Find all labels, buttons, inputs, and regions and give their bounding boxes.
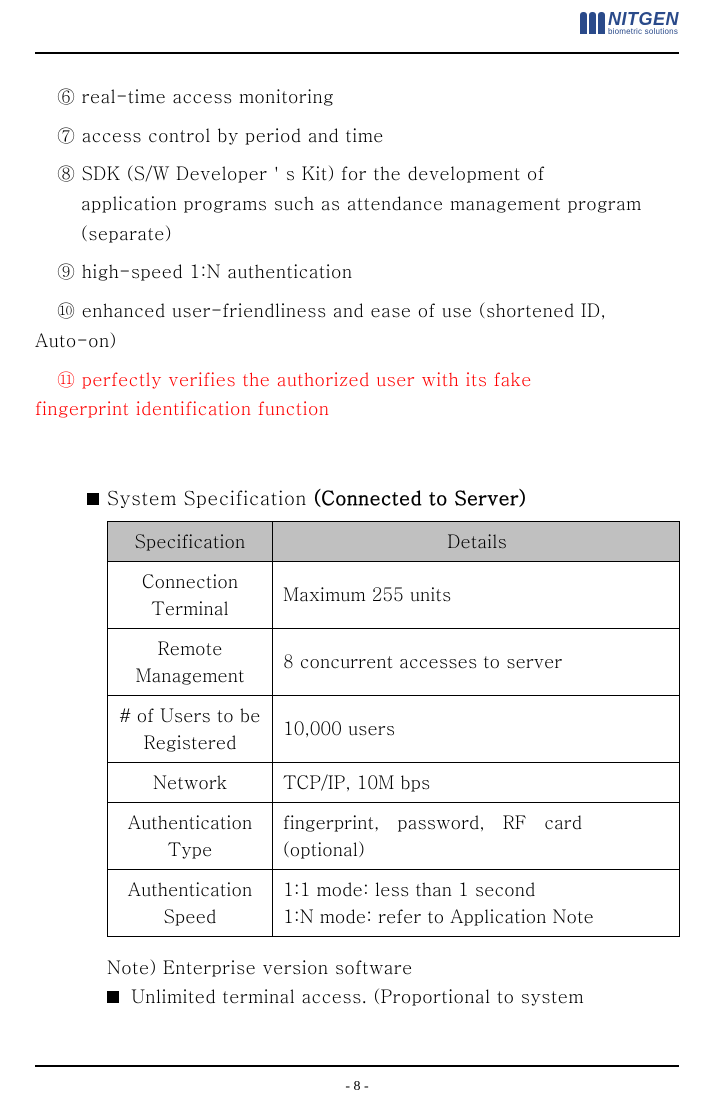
header-details: Details	[273, 521, 680, 561]
page-number: - 8 -	[0, 1079, 714, 1095]
square-bullet-icon	[87, 493, 99, 505]
section-heading: System Specification (Connected to Serve…	[87, 484, 679, 511]
list-text-9: high-speed 1:N authentication	[82, 259, 353, 284]
list-text-11-line1: perfectly verifies the authorized user w…	[82, 367, 532, 392]
header-specification: Specification	[108, 521, 273, 561]
note-line: Note) Enterprise version software	[107, 955, 679, 980]
detail-cell: fingerprint, password, RF card (optional…	[273, 802, 680, 869]
spec-cell: # of Users to be Registered	[108, 695, 273, 762]
list-text-10-line1: enhanced user-friendliness and ease of u…	[82, 298, 606, 323]
square-bullet-icon	[107, 991, 119, 1003]
note-bullet-line: Unlimited terminal access. (Proportional…	[107, 984, 679, 1009]
list-item-6: ⑥ real-time access monitoring	[35, 82, 679, 112]
footer-divider	[35, 1065, 679, 1067]
spec-cell: Authentication Speed	[108, 869, 273, 936]
list-item-11: ⑪ perfectly verifies the authorized user…	[35, 365, 679, 424]
header-divider	[35, 52, 679, 54]
list-item-7: ⑦ access control by period and time	[35, 121, 679, 151]
table-header-row: Specification Details	[108, 521, 680, 561]
list-num-8: ⑧	[57, 159, 75, 189]
spec-cell: Network	[108, 762, 273, 802]
table-row: Authentication Type fingerprint, passwor…	[108, 802, 680, 869]
detail-cell: TCP/IP, 10M bps	[273, 762, 680, 802]
note-bullet-text: Unlimited terminal access. (Proportional…	[131, 984, 584, 1009]
list-num-7: ⑦	[57, 121, 75, 151]
table-row: # of Users to be Registered 10,000 users	[108, 695, 680, 762]
logo-sub-text: biometric solutions	[608, 28, 679, 36]
table-row: Authentication Speed 1:1 mode: less than…	[108, 869, 680, 936]
list-num-9: ⑨	[57, 257, 75, 287]
list-text-8-line1: SDK (S/W Developer＇s Kit) for the develo…	[82, 161, 545, 186]
logo-main-text: NITGEN	[608, 10, 679, 28]
list-item-10: ⑩ enhanced user-friendliness and ease of…	[35, 296, 679, 355]
detail-cell: 10,000 users	[273, 695, 680, 762]
table-row: Network TCP/IP, 10M bps	[108, 762, 680, 802]
list-text-7: access control by period and time	[82, 123, 384, 148]
list-text-8-line3: (separate)	[81, 219, 679, 249]
spec-cell: Connection Terminal	[108, 561, 273, 628]
list-text-10-line2: Auto-on)	[35, 328, 117, 353]
list-text-11-line2: fingerprint identification function	[35, 396, 329, 421]
list-item-9: ⑨ high-speed 1:N authentication	[35, 257, 679, 287]
list-text-8-line2: application programs such as attendance …	[81, 189, 679, 219]
specification-table: Specification Details Connection Termina…	[107, 521, 680, 937]
list-num-11: ⑪	[57, 365, 75, 395]
list-num-6: ⑥	[57, 82, 75, 112]
section-title-bold: (Connected to Server)	[314, 484, 527, 511]
list-num-10: ⑩	[57, 296, 75, 326]
list-item-8: ⑧ SDK (S/W Developer＇s Kit) for the deve…	[35, 159, 679, 248]
detail-cell: 1:1 mode: less than 1 second 1:N mode: r…	[273, 869, 680, 936]
spec-cell: Remote Management	[108, 628, 273, 695]
spec-cell: Authentication Type	[108, 802, 273, 869]
table-row: Remote Management 8 concurrent accesses …	[108, 628, 680, 695]
brand-logo: NITGEN biometric solutions	[580, 10, 679, 36]
detail-cell: Maximum 255 units	[273, 561, 680, 628]
logo-bars-icon	[580, 12, 605, 34]
table-row: Connection Terminal Maximum 255 units	[108, 561, 680, 628]
page-content: ⑥ real-time access monitoring ⑦ access c…	[35, 82, 679, 1009]
detail-cell: 8 concurrent accesses to server	[273, 628, 680, 695]
list-text-6: real-time access monitoring	[82, 84, 334, 109]
section-title-plain: System Specification	[107, 484, 314, 511]
